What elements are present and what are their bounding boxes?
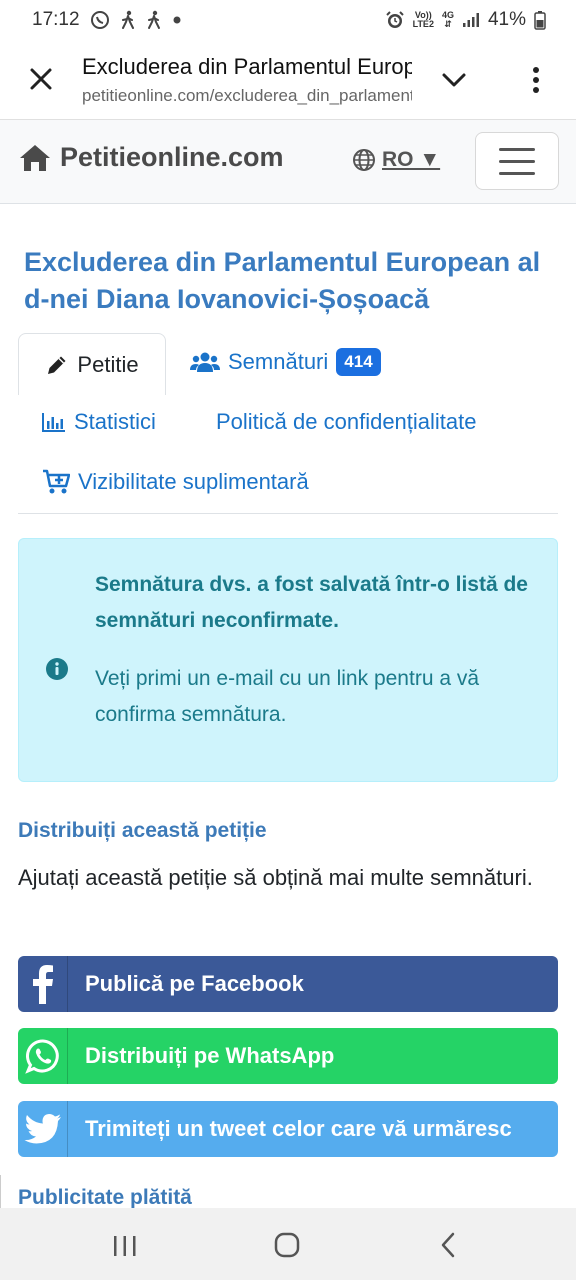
alert-message: Veți primi un e-mail cu un link pentru a… — [95, 667, 480, 726]
battery-percent: 41% — [487, 9, 526, 30]
whatsapp-icon — [18, 1028, 68, 1084]
dot-icon — [172, 15, 182, 25]
signatures-count-badge: 414 — [336, 348, 381, 376]
volte-indicator: Vo)) LTE2 — [412, 10, 434, 29]
share-twitter-label: Trimiteți un tweet celor care vă urmăres… — [85, 1116, 512, 1141]
hamburger-line — [499, 147, 535, 151]
share-section-title: Distribuiți această petiție — [18, 819, 267, 842]
walking-activity-icon — [120, 10, 136, 30]
language-label: RO ▼ — [382, 148, 441, 171]
alarm-icon — [385, 10, 405, 30]
tab-privacy-policy[interactable]: Politică de confidențialitate — [216, 409, 477, 435]
battery-icon — [534, 10, 546, 30]
close-icon — [30, 68, 52, 90]
tab-statistics-label: Statistici — [74, 409, 156, 434]
cart-plus-icon — [43, 469, 70, 494]
site-navbar: Petitieonline.com RO ▼ — [0, 120, 576, 204]
more-vertical-icon — [533, 67, 539, 93]
info-icon — [45, 657, 69, 686]
home-circle-icon — [274, 1232, 300, 1258]
tab-petition[interactable]: Petitie — [18, 333, 166, 395]
tab-signatures-label: Semnături — [228, 349, 329, 374]
whatsapp-notification-icon — [90, 10, 110, 30]
close-tab-button[interactable] — [24, 62, 58, 96]
chevron-down-icon — [442, 73, 466, 87]
hamburger-line — [499, 171, 535, 175]
status-time: 17:12 — [32, 9, 80, 30]
signature-saved-alert: Semnătura dvs. a fost salvată într-o lis… — [18, 538, 558, 782]
share-whatsapp-button[interactable]: Distribuiți pe WhatsApp — [18, 1028, 558, 1084]
back-button[interactable] — [438, 1232, 458, 1263]
home-button[interactable] — [274, 1232, 300, 1263]
android-navigation-bar — [0, 1208, 576, 1280]
hamburger-line — [499, 159, 535, 163]
expand-button[interactable] — [436, 64, 472, 96]
share-whatsapp-label: Distribuiți pe WhatsApp — [85, 1043, 335, 1068]
pencil-icon — [48, 356, 66, 374]
browser-page-title: Excluderea din Parlamentul European — [82, 54, 412, 79]
share-facebook-label: Publică pe Facebook — [85, 971, 304, 996]
tab-petition-label: Petitie — [77, 351, 139, 377]
share-facebook-button[interactable]: Publică pe Facebook — [18, 956, 558, 1012]
paid-ads-title: Publicitate plătită — [18, 1186, 192, 1209]
browser-toolbar: Excluderea din Parlamentul European peti… — [0, 40, 576, 120]
network-type-indicator: 4G ⇵ — [441, 10, 454, 29]
browser-url: petitieonline.com/excluderea_din_parlame… — [82, 86, 412, 105]
petition-title: Excluderea din Parlamentul European al d… — [24, 247, 541, 314]
language-selector[interactable]: RO ▼ — [352, 148, 440, 172]
tabs-divider — [18, 513, 558, 514]
url-bar[interactable]: Excluderea din Parlamentul European peti… — [82, 52, 412, 108]
globe-icon — [353, 149, 375, 171]
tab-visibility-label: Vizibilitate suplimentară — [78, 469, 309, 494]
alert-heading: Semnătura dvs. a fost salvată într-o lis… — [95, 573, 528, 632]
nav-toggle-button[interactable] — [475, 132, 559, 190]
brand-name: Petitieonline.com — [60, 142, 284, 172]
tab-statistics[interactable]: Statistici — [42, 409, 156, 435]
browser-menu-button[interactable] — [522, 62, 550, 98]
home-icon — [20, 144, 50, 171]
tab-extra-visibility[interactable]: Vizibilitate suplimentară — [42, 469, 309, 495]
bar-chart-icon — [42, 413, 65, 432]
recent-apps-button[interactable] — [112, 1234, 138, 1263]
recent-apps-icon — [114, 1236, 136, 1256]
twitter-icon — [18, 1101, 68, 1157]
tab-privacy-label: Politică de confidențialitate — [216, 409, 477, 434]
share-description: Ajutați această petiție să obțină mai mu… — [18, 865, 533, 890]
share-twitter-button[interactable]: Trimiteți un tweet celor care vă urmăres… — [18, 1101, 558, 1157]
signal-icon — [462, 12, 480, 28]
back-chevron-icon — [441, 1232, 455, 1258]
users-icon — [190, 352, 220, 372]
brand-link[interactable]: Petitieonline.com — [18, 142, 284, 173]
tab-signatures[interactable]: Semnături 414 — [190, 348, 381, 376]
walking-activity-icon-2 — [146, 10, 162, 30]
status-bar: 17:12 Vo)) LTE2 4G ⇵ 41% — [0, 0, 576, 40]
facebook-icon — [18, 956, 68, 1012]
